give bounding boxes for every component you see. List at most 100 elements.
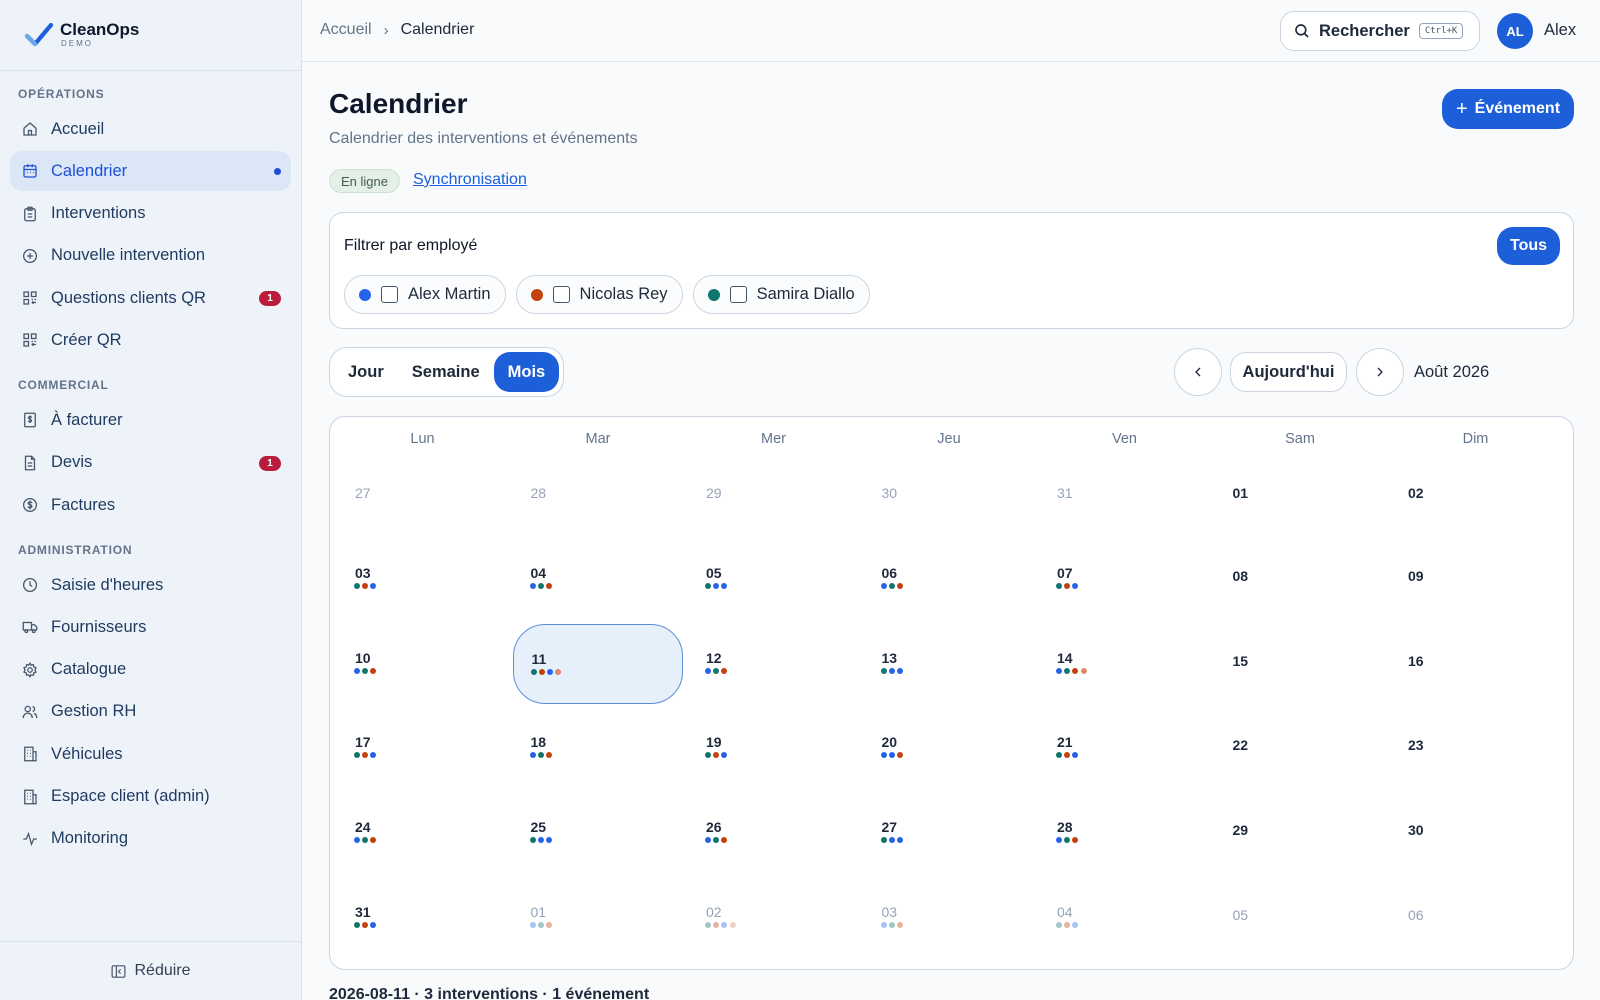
prev-month-button[interactable]	[1174, 348, 1222, 396]
calendar-day[interactable]: 21	[1039, 708, 1209, 788]
calendar-day[interactable]: 04	[513, 539, 683, 619]
employee-chip-alex-martin[interactable]: Alex Martin	[344, 275, 506, 314]
calendar-day[interactable]: 14	[1039, 624, 1209, 704]
building-icon	[20, 787, 40, 807]
calendar-day[interactable]: 07	[1039, 539, 1209, 619]
calendar-day[interactable]: 29	[688, 457, 858, 537]
event-dots	[1056, 668, 1089, 674]
calendar-day[interactable]: 17	[337, 708, 507, 788]
sidebar-item-accueil[interactable]: Accueil	[10, 109, 291, 149]
calendar-day[interactable]: 03	[864, 878, 1034, 958]
sidebar-item-creer-qr[interactable]: Créer QR	[10, 320, 291, 360]
brand[interactable]: CleanOps DEMO	[0, 0, 301, 71]
calendar-day[interactable]: 06	[1390, 878, 1560, 958]
calendar-day[interactable]: 01	[1215, 457, 1385, 537]
calendar-day[interactable]: 05	[688, 539, 858, 619]
calendar-day[interactable]: 16	[1390, 624, 1560, 704]
calendar-day[interactable]: 19	[688, 708, 858, 788]
invoice-icon	[20, 410, 40, 430]
sidebar-item-interventions[interactable]: Interventions	[10, 194, 291, 234]
view-month-tab[interactable]: Mois	[493, 352, 560, 392]
sidebar-item-calendrier[interactable]: Calendrier	[10, 151, 291, 192]
calendar-day[interactable]: 12	[688, 624, 858, 704]
event-dots	[880, 837, 906, 843]
day-number: 15	[1232, 653, 1249, 669]
event-dot	[362, 922, 369, 928]
search-button[interactable]: Rechercher Ctrl+K	[1280, 11, 1480, 51]
calendar-day[interactable]: 09	[1390, 539, 1560, 619]
sidebar-item-gestion-rh[interactable]: Gestion RH	[10, 692, 291, 732]
add-event-button[interactable]: + Événement	[1442, 89, 1574, 129]
event-dot	[529, 752, 536, 758]
add-event-label: Événement	[1474, 100, 1561, 117]
calendar-day[interactable]: 23	[1390, 708, 1560, 788]
calendar-day[interactable]: 01	[513, 878, 683, 958]
day-number: 24	[355, 819, 371, 835]
sidebar-item-fournisseurs[interactable]: Fournisseurs	[10, 607, 291, 647]
sidebar-item-vehicules[interactable]: Véhicules	[10, 734, 291, 774]
employee-checkbox[interactable]	[381, 286, 398, 303]
calendar-day[interactable]: 22	[1215, 708, 1385, 788]
calendar-day[interactable]: 04	[1039, 878, 1209, 958]
sidebar-item-devis[interactable]: Devis 1	[10, 443, 291, 483]
calendar-day[interactable]: 28	[513, 457, 683, 537]
calendar-day[interactable]: 05	[1215, 878, 1385, 958]
calendar-day[interactable]: 20	[864, 708, 1034, 788]
day-number: 31	[1057, 485, 1073, 501]
calendar-day[interactable]: 31	[1039, 457, 1209, 537]
event-dot	[1064, 922, 1071, 928]
calendar-day[interactable]: 28	[1039, 793, 1209, 873]
sidebar-item-questions-clients-qr[interactable]: Questions clients QR 1	[10, 278, 291, 318]
calendar-day[interactable]: 13	[864, 624, 1034, 704]
sidebar-item-a-facturer[interactable]: À facturer	[10, 400, 291, 440]
calendar-day[interactable]: 30	[864, 457, 1034, 537]
next-month-button[interactable]	[1356, 348, 1404, 396]
calendar-day[interactable]: 06	[864, 539, 1034, 619]
brand-name: CleanOps	[60, 20, 140, 39]
calendar-day[interactable]: 24	[337, 793, 507, 873]
sidebar-item-label: Interventions	[51, 204, 146, 223]
sync-link[interactable]: Synchronisation	[413, 171, 527, 189]
event-dot	[354, 668, 360, 674]
event-dot	[1056, 668, 1062, 674]
user-name[interactable]: Alex	[1544, 21, 1576, 40]
view-week-tab[interactable]: Semaine	[398, 352, 494, 392]
avatar[interactable]: AL	[1497, 13, 1533, 49]
calendar-day[interactable]: 26	[688, 793, 858, 873]
sidebar-item-nouvelle-intervention[interactable]: Nouvelle intervention	[10, 236, 291, 276]
filter-all-button[interactable]: Tous	[1497, 227, 1560, 265]
calendar-day[interactable]: 02	[688, 878, 858, 958]
employee-checkbox[interactable]	[729, 286, 747, 303]
employee-checkbox[interactable]	[552, 286, 570, 303]
calendar-day[interactable]: 03	[337, 539, 507, 619]
calendar-day[interactable]: 31	[337, 878, 507, 958]
sidebar-item-catalogue[interactable]: Catalogue	[10, 650, 291, 690]
calendar-day[interactable]: 02	[1390, 457, 1560, 537]
calendar-day[interactable]: 27	[337, 457, 507, 537]
today-button[interactable]: Aujourd'hui	[1230, 352, 1347, 392]
calendar-day[interactable]: 10	[337, 624, 507, 704]
employee-chip-nicolas-rey[interactable]: Nicolas Rey	[515, 275, 683, 314]
sidebar-item-saisie-d-heures[interactable]: Saisie d'heures	[10, 565, 291, 605]
calendar-day[interactable]: 30	[1390, 793, 1560, 873]
event-dot	[880, 752, 887, 758]
breadcrumb-home-link[interactable]: Accueil	[320, 21, 372, 39]
view-day-tab[interactable]: Jour	[334, 352, 398, 392]
employee-chip-samira-diallo[interactable]: Samira Diallo	[692, 275, 870, 314]
calendar-day[interactable]: 25	[513, 793, 683, 873]
collapse-sidebar-button[interactable]: Réduire	[0, 941, 301, 1000]
event-dot	[896, 583, 903, 589]
day-number: 02	[706, 904, 722, 920]
calendar-day[interactable]: 29	[1215, 793, 1385, 873]
sidebar-item-monitoring[interactable]: Monitoring	[10, 819, 291, 859]
day-number: 06	[1408, 907, 1424, 923]
sidebar-item-espace-client-admin[interactable]: Espace client (admin)	[10, 777, 291, 817]
calendar-day[interactable]: 08	[1215, 539, 1385, 619]
calendar-day[interactable]: 15	[1215, 624, 1385, 704]
calendar-day[interactable]: 11	[512, 624, 683, 704]
calendar-day[interactable]: 18	[513, 708, 683, 788]
event-dot	[555, 669, 562, 675]
event-dot	[362, 752, 369, 758]
sidebar-item-factures[interactable]: Factures	[10, 485, 291, 525]
calendar-day[interactable]: 27	[864, 793, 1034, 873]
